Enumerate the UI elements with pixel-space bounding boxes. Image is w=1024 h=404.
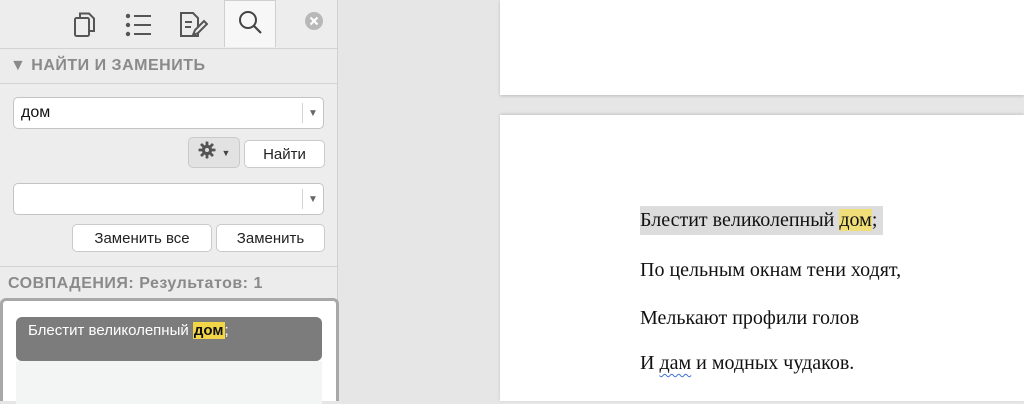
result-text-before: Блестит великолепный xyxy=(28,322,193,339)
line-text-after: ; xyxy=(871,209,878,231)
chevron-down-icon[interactable]: ▼ xyxy=(302,189,323,209)
replace-button[interactable]: Заменить xyxy=(216,224,325,252)
find-replace-title: ▼ НАЙТИ И ЗАМЕНИТЬ xyxy=(10,57,206,74)
find-button[interactable]: Найти xyxy=(244,140,325,168)
find-replace-section-header[interactable]: ▼ НАЙТИ И ЗАМЕНИТЬ xyxy=(0,48,337,84)
line-text-before: Блестит великолепный xyxy=(640,209,840,231)
result-match: дом xyxy=(192,322,225,339)
selected-line: Блестит великолепный дом; xyxy=(640,206,884,235)
tab-search[interactable] xyxy=(224,0,276,47)
gear-icon xyxy=(198,141,216,164)
previous-page xyxy=(500,0,1024,95)
replace-all-button[interactable]: Заменить все xyxy=(72,224,212,252)
search-icon xyxy=(237,9,263,40)
search-input-value[interactable]: дом xyxy=(14,104,302,122)
line-text-before: И xyxy=(640,352,660,374)
pages-icon[interactable] xyxy=(70,10,100,40)
results-empty-area xyxy=(16,361,322,404)
result-item[interactable]: Блестит великолепный дом; xyxy=(16,317,322,361)
list-icon[interactable] xyxy=(123,10,153,40)
edit-icon[interactable] xyxy=(178,10,208,40)
sidebar-tabbar xyxy=(0,0,337,47)
close-icon[interactable] xyxy=(305,12,323,30)
matches-section-header: СОВПАДЕНИЯ: Результатов: 1 xyxy=(0,266,337,302)
match-highlight: дом xyxy=(839,209,872,231)
doc-line-2[interactable]: По цельным окнам тени ходят, xyxy=(640,256,901,284)
doc-line-1[interactable]: Блестит великолепный дом; xyxy=(640,206,884,235)
line-text-after: и модных чудаков. xyxy=(691,352,855,374)
doc-line-3[interactable]: Мелькают профили голов xyxy=(640,304,859,332)
result-text-after: ; xyxy=(224,322,229,339)
spelling-error-word[interactable]: дам xyxy=(659,352,691,374)
matches-title: СОВПАДЕНИЯ: Результатов: 1 xyxy=(8,275,263,292)
find-sidebar: ▼ НАЙТИ И ЗАМЕНИТЬ дом ▼ ▼ Найти ▼ Замен… xyxy=(0,0,339,404)
results-list[interactable]: Блестит великолепный дом; xyxy=(0,298,339,404)
replace-input[interactable]: ▼ xyxy=(13,183,324,215)
chevron-down-icon: ▼ xyxy=(221,147,231,158)
doc-line-4[interactable]: И дам и модных чудаков. xyxy=(640,349,854,377)
search-options-button[interactable]: ▼ xyxy=(188,137,240,168)
search-input[interactable]: дом ▼ xyxy=(13,97,324,129)
chevron-down-icon[interactable]: ▼ xyxy=(302,103,323,123)
